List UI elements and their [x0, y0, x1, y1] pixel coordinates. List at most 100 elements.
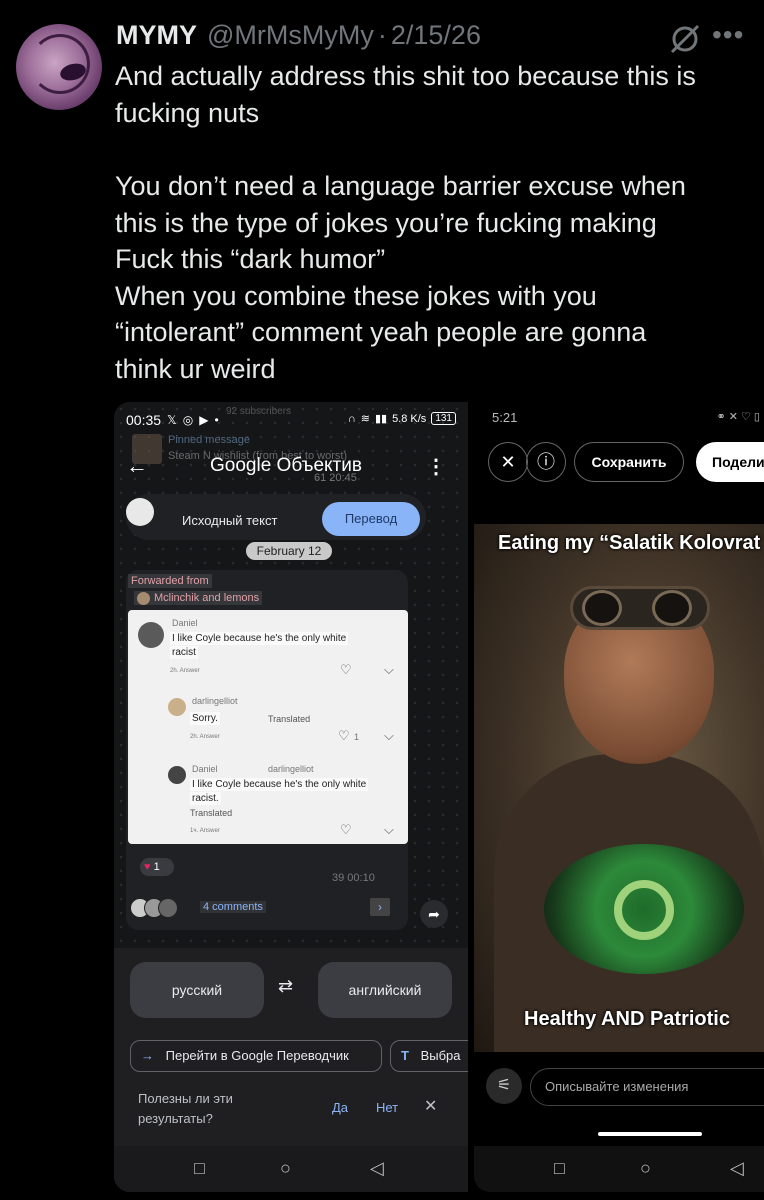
forwarded-source[interactable]: Mclinchik and lemons — [134, 591, 263, 605]
channel-avatar — [126, 498, 154, 526]
net-speed: 5.8 K/s — [392, 412, 427, 425]
close-icon[interactable]: ✕ — [488, 442, 528, 482]
back-icon[interactable]: ◁ — [730, 1158, 744, 1179]
forwarded-label: Forwarded from — [128, 574, 212, 588]
pinned-title: Pinned message — [168, 434, 250, 446]
heart-icon: ♡ — [340, 662, 352, 677]
commenter-avatar — [168, 766, 186, 784]
status-icons: ⚭ ✕ ♡ ▯ — [716, 411, 760, 423]
commenter-name: darlingelliot — [192, 696, 238, 706]
views-timestamp-bottom: 39 00:10 — [332, 872, 375, 884]
share-button[interactable]: Подели — [696, 442, 764, 482]
back-arrow-icon[interactable]: ← — [122, 453, 152, 479]
headset-icon: ∩ — [347, 412, 356, 425]
comment-meta: 2h. Answer — [190, 734, 220, 740]
status-time: 00:35 — [126, 412, 162, 428]
back-icon[interactable]: ◁ — [370, 1158, 384, 1179]
tweet-text: And actually address this shit too becau… — [115, 58, 755, 387]
info-icon[interactable]: ⓘ — [526, 442, 566, 482]
date-pill: February 12 — [246, 542, 332, 560]
meme-caption-top: Eating my “Salatik Kolovrat — [498, 532, 761, 554]
android-nav-bar: □ ○ ◁ — [114, 1146, 468, 1192]
text-format-icon: T — [401, 1048, 409, 1063]
meme-salad-pattern — [614, 880, 674, 940]
meme-goggle-lens — [582, 590, 622, 626]
android-nav-bar: □ ○ ◁ — [474, 1146, 764, 1192]
adjust-sliders-icon[interactable]: ⚟ — [486, 1068, 522, 1104]
feedback-yes-button[interactable]: Да — [332, 1100, 348, 1115]
more-icon[interactable]: ••• — [712, 21, 748, 52]
status-bar-left: 00:35 𝕏 ◎ ▶ • — [126, 412, 219, 428]
original-text-option[interactable]: Исходный текст — [182, 513, 277, 528]
commenter-avatar — [168, 698, 186, 716]
comment-text: I like Coyle because he's the only white — [190, 778, 369, 791]
arrow-right-icon: → — [141, 1048, 154, 1063]
views-timestamp: 61 20:45 — [314, 472, 357, 484]
translate-option[interactable]: Перевод — [322, 502, 420, 536]
lens-toolbar: ← Google Объектив ⋮ — [122, 450, 460, 482]
grok-icon[interactable] — [668, 22, 702, 56]
home-icon[interactable]: ○ — [280, 1158, 291, 1179]
close-icon[interactable]: ✕ — [424, 1096, 437, 1116]
kebab-menu-icon[interactable]: ⋮ — [426, 454, 446, 479]
meme-image: Eating my “Salatik Kolovrat Healthy AND … — [474, 524, 764, 1052]
recents-icon[interactable]: □ — [554, 1158, 565, 1179]
attached-image-lens-translation[interactable]: 00:35 𝕏 ◎ ▶ • 92 subscribers ∩ ≋ ▮▮ 5.8 … — [114, 402, 468, 1192]
tweet-line: “intolerant” comment yeah people are gon… — [115, 317, 647, 347]
commenter-avatar — [138, 622, 164, 648]
home-icon[interactable]: ○ — [640, 1158, 651, 1179]
tweet-line: Fuck this “dark humor” — [115, 244, 386, 274]
subscriber-count: 92 subscribers — [226, 406, 292, 417]
open-google-translate-label: Перейти в Google Переводчик — [165, 1048, 349, 1063]
comment-meta: 2h. Answer — [170, 668, 200, 674]
commenter-name: Daniel — [172, 618, 198, 628]
translated-badge: Translated — [190, 808, 233, 818]
tweet-header: MYMY @MrMsMyMy · 2/15/26 — [116, 20, 481, 51]
red-heart-icon: ♥ — [144, 861, 151, 873]
instagram-icon: ◎ — [182, 413, 194, 427]
comments-link[interactable]: 4 comments — [200, 901, 266, 913]
status-bar-right: ∩ ≋ ▮▮ 5.8 K/s 131 — [348, 412, 456, 425]
save-button[interactable]: Сохранить — [574, 442, 684, 482]
chevron-right-icon[interactable]: › — [370, 898, 390, 916]
source-avatar — [137, 592, 150, 605]
tweet-line: You don’t need a language barrier excuse… — [115, 171, 686, 201]
swap-languages-icon[interactable]: ⇄ — [278, 976, 293, 997]
wifi-icon: ≋ — [360, 413, 370, 425]
reaction-count: 1 — [153, 861, 160, 873]
attached-image-meme[interactable]: 5:21 ⚭ ✕ ♡ ▯ ✕ ⓘ Сохранить Подели Eating… — [474, 402, 764, 1192]
describe-edits-input[interactable]: Описывайте изменения — [530, 1068, 764, 1106]
profile-avatar[interactable] — [16, 24, 102, 110]
heart-reaction[interactable]: ♥ 1 — [140, 858, 174, 876]
comments-screenshot: Daniel I like Coyle because he's the onl… — [128, 610, 408, 844]
comment-text: Sorry. — [190, 712, 220, 725]
tweet-line: this is the type of jokes you’re fucking… — [115, 207, 657, 238]
feedback-line: Полезны ли эти — [138, 1091, 233, 1106]
comment-meta: 1ч. Answer — [190, 828, 220, 834]
share-arrow-icon[interactable]: ➦ — [420, 900, 448, 928]
user-handle[interactable]: @MrMsMyMy — [207, 20, 374, 51]
select-text-label: Выбра — [420, 1048, 461, 1063]
open-google-translate-chip[interactable]: → Перейти в Google Переводчик — [130, 1040, 382, 1072]
tweet-line: think ur weird — [115, 353, 276, 384]
display-name[interactable]: MYMY — [116, 20, 197, 51]
dislike-icon: ⌵ — [384, 728, 394, 743]
heart-icon: ♡ — [340, 822, 352, 837]
signal-icon: ▮▮ — [374, 413, 388, 425]
feedback-no-button[interactable]: Нет — [376, 1100, 398, 1115]
battery-indicator: 131 — [431, 412, 456, 425]
recents-icon[interactable]: □ — [194, 1158, 205, 1179]
commenter-name: Daniel — [192, 764, 218, 774]
tweet-date[interactable]: 2/15/26 — [391, 20, 481, 51]
like-count: 1 — [354, 732, 360, 742]
comments-row[interactable]: 4 comments › — [130, 898, 390, 920]
target-language-button[interactable]: английский — [318, 962, 452, 1018]
source-language-button[interactable]: русский — [130, 962, 264, 1018]
meme-caption-bottom: Healthy AND Patriotic — [524, 1008, 730, 1030]
dislike-icon: ⌵ — [384, 662, 394, 677]
comment-text: I like Coyle because he's the only white — [170, 632, 349, 645]
select-text-chip[interactable]: T Выбра — [390, 1040, 468, 1072]
gesture-home-bar[interactable] — [598, 1132, 702, 1136]
translated-badge: Translated — [268, 714, 311, 724]
